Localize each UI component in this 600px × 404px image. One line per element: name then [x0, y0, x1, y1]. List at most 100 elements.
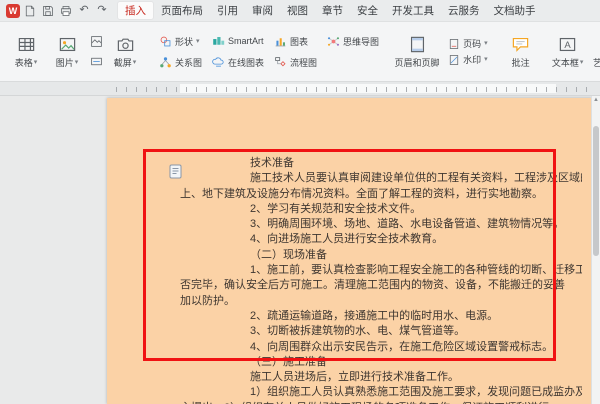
page-number-button[interactable]: 页码 ▾ [444, 37, 492, 50]
photo-album-icon[interactable] [88, 34, 104, 50]
relation-diagram-label: 关系图 [175, 56, 202, 69]
doc-line: 2、学习有关规范和安全技术文件。 [180, 202, 582, 217]
shapes-label: 形状 [175, 35, 193, 48]
flowchart-label: 流程图 [290, 56, 317, 69]
header-footer-label: 页眉和页脚 [395, 56, 440, 69]
textbox-button[interactable]: A 文本框▾ [548, 26, 588, 78]
tab-section[interactable]: 章节 [315, 1, 350, 20]
page-number-label: 页码 [463, 37, 481, 50]
vertical-scrollbar[interactable]: ▲ [591, 96, 600, 404]
online-chart-button[interactable]: 在线图表 [208, 56, 268, 69]
mindmap-button[interactable]: 思维导图 [323, 35, 383, 48]
watermark-label: 水印 [463, 53, 481, 66]
smartart-label: SmartArt [228, 36, 264, 46]
tab-insert[interactable]: 插入 [117, 1, 154, 20]
scrollbar-thumb[interactable] [593, 126, 599, 256]
doc-line: 3、切断被拆建筑物的水、电、煤气管道等。 [180, 324, 582, 339]
flowchart-button[interactable]: 流程图 [270, 56, 321, 69]
table-icon [17, 34, 36, 54]
chart-label: 图表 [290, 35, 308, 48]
mindmap-icon [327, 35, 340, 48]
header-footer-button[interactable]: 页眉和页脚 [393, 26, 441, 78]
screenshot-label: 截屏 [114, 56, 132, 69]
ribbon-group-comment: 批注 [500, 23, 542, 80]
scroll-up-arrow-icon[interactable]: ▲ [592, 97, 600, 103]
smartart-button[interactable]: SmartArt [208, 35, 268, 48]
smartart-icon [212, 35, 225, 48]
chevron-down-icon: ▾ [484, 40, 488, 47]
insert-picture-button[interactable]: 图片▾ [47, 26, 87, 78]
ribbon-group-illustrations: 形状 ▾ SmartArt 图表 思维导图 [151, 23, 387, 80]
doc-line: （三）施工准备 [180, 355, 582, 370]
chart-button[interactable]: 图表 [270, 35, 321, 48]
print-icon[interactable] [58, 3, 74, 19]
doc-line: 上、地下建筑及设施分布情况资料。全面了解工程的资料，进行实地勘察。 [180, 187, 582, 202]
horizontal-ruler [0, 82, 600, 96]
screenshot-button[interactable]: 截屏▾ [105, 26, 145, 78]
tab-view[interactable]: 视图 [280, 1, 315, 20]
file-icon[interactable] [22, 3, 38, 19]
tab-developer[interactable]: 开发工具 [385, 1, 441, 20]
doc-line: 4、向周围群众出示安民告示，在施工危险区域设置警戒标志。 [180, 340, 582, 355]
watermark-button[interactable]: 水印 ▾ [444, 53, 492, 66]
doc-line: 否完毕，确认安全后方可施工。清理施工范围内的物资、设备，不能搬迁的妥善 [180, 278, 582, 293]
watermark-icon [448, 54, 460, 66]
chevron-down-icon: ▾ [75, 59, 79, 66]
relation-diagram-button[interactable]: 关系图 [155, 56, 206, 69]
doc-line: 4、向进场施工人员进行安全技术教育。 [180, 232, 582, 247]
tab-doc-assistant[interactable]: 文档助手 [487, 1, 543, 20]
ruler-ticks [107, 87, 591, 92]
online-chart-icon [212, 56, 225, 69]
picture-icon [58, 34, 77, 54]
wps-logo-icon[interactable]: W [6, 4, 20, 18]
doc-line: 施工人员进场后，立即进行技术准备工作。 [180, 370, 582, 385]
insert-table-button[interactable]: 表格▾ [6, 26, 46, 78]
shapes-button[interactable]: 形状 ▾ [155, 35, 206, 48]
document-page[interactable]: 技术准备 施工技术人员要认真审阅建设单位供的工程有关资料，工程涉及区域的地 上、… [107, 98, 592, 404]
header-footer-icon [408, 34, 427, 54]
textbox-icon: A [558, 34, 577, 54]
relation-diagram-icon [159, 56, 172, 69]
comment-button[interactable]: 批注 [504, 26, 538, 78]
doc-line: 1）组织施工人员认真熟悉施工范围及施工要求，发现问题已成监办及业 [180, 385, 582, 400]
doc-line: 施工技术人员要认真审阅建设单位供的工程有关资料，工程涉及区域的地 [180, 171, 582, 186]
ribbon-group-media: 表格▾ 图片▾ 截屏▾ [2, 23, 149, 80]
shapes-icon [159, 35, 172, 48]
doc-line: 加以防护。 [180, 294, 582, 309]
document-canvas: 技术准备 施工技术人员要认真审阅建设单位供的工程有关资料，工程涉及区域的地 上、… [0, 96, 600, 404]
tab-review[interactable]: 审阅 [245, 1, 280, 20]
doc-line: （二）现场准备 [180, 248, 582, 263]
tab-page-layout[interactable]: 页面布局 [154, 1, 210, 20]
chevron-down-icon: ▾ [484, 56, 488, 63]
tab-cloud[interactable]: 云服务 [441, 1, 487, 20]
scanner-icon[interactable] [88, 54, 104, 70]
tab-references[interactable]: 引用 [210, 1, 245, 20]
chevron-down-icon: ▾ [196, 38, 200, 45]
chart-icon [274, 35, 287, 48]
picture-extra-buttons [88, 34, 104, 70]
wordart-label: 艺术字 [593, 56, 600, 69]
table-label: 表格 [15, 56, 33, 69]
chevron-down-icon: ▾ [133, 59, 137, 66]
undo-icon[interactable]: ↶ [76, 3, 92, 19]
picture-label: 图片 [56, 56, 74, 69]
save-icon[interactable] [40, 3, 56, 19]
page-number-icon [448, 38, 460, 50]
svg-text:A: A [564, 40, 571, 51]
comment-label: 批注 [512, 56, 530, 69]
flowchart-icon [274, 56, 287, 69]
redo-icon[interactable]: ↷ [94, 3, 110, 19]
camera-icon [116, 34, 135, 54]
wordart-button[interactable]: A 艺术字▾ [589, 26, 600, 78]
ribbon-group-header-footer: 页眉和页脚 页码 ▾ 水印 ▾ [389, 23, 498, 80]
comment-icon [511, 34, 530, 54]
doc-line: 2、疏通运输道路，接通施工中的临时用水、电源。 [180, 309, 582, 324]
doc-line: 1、施工前，要认真检查影响工程安全施工的各种管线的切断、迁移工作是 [180, 263, 582, 278]
menu-bar: W ↶ ↷ 插入 页面布局 引用 审阅 视图 章节 安全 开发工具 云服务 文档… [0, 0, 600, 22]
online-chart-label: 在线图表 [228, 56, 264, 69]
ribbon-tabs: 插入 页面布局 引用 审阅 视图 章节 安全 开发工具 云服务 文档助手 [117, 1, 543, 20]
tab-security[interactable]: 安全 [350, 1, 385, 20]
chevron-down-icon: ▾ [580, 59, 584, 66]
textbox-label: 文本框 [552, 56, 579, 69]
document-text[interactable]: 技术准备 施工技术人员要认真审阅建设单位供的工程有关资料，工程涉及区域的地 上、… [107, 98, 592, 404]
